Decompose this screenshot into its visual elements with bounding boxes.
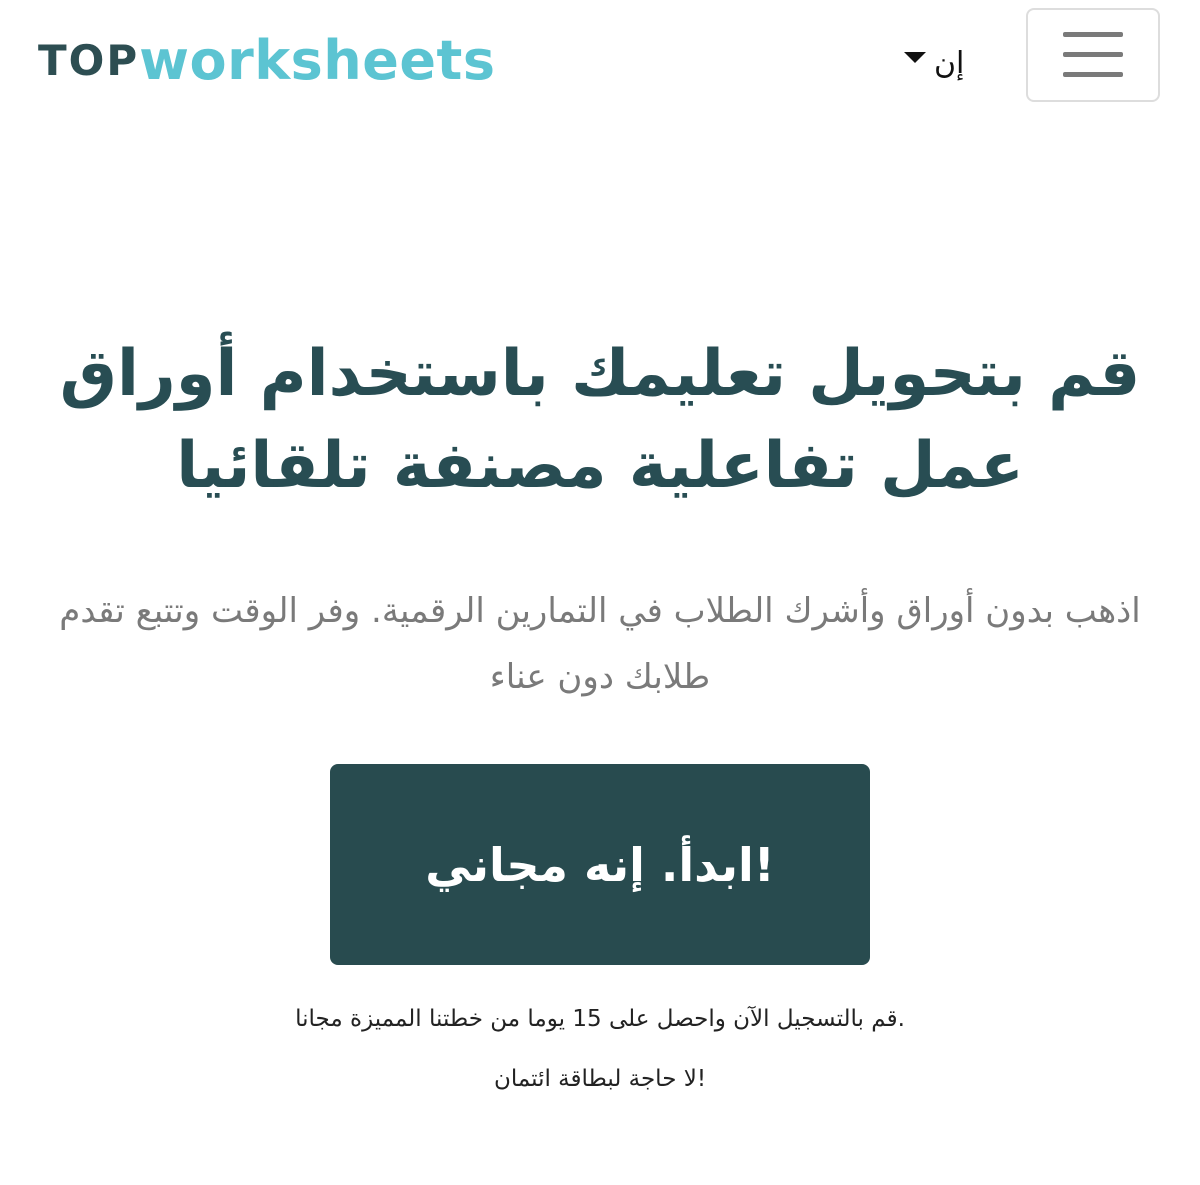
hero-title: قم بتحويل تعليمك باستخدام أوراق عمل تفاع… [59,337,1141,503]
logo-top-text: TOP [38,35,140,85]
language-dropdown[interactable]: إن [904,38,994,88]
caret-down-icon [904,51,926,63]
menu-toggle-button[interactable] [1026,8,1160,102]
site-header: TOP worksheets إن [0,0,1200,120]
start-free-button[interactable]: !ابدأ. إنه مجاني [330,764,870,965]
no-credit-card-note: !لا حاجة لبطاقة ائتمان [493,1066,707,1092]
signup-trial-note: .قم بالتسجيل الآن واحصل على 15 يوما من خ… [295,1006,905,1032]
logo-worksheets-text: worksheets [139,28,496,92]
site-logo[interactable]: TOP worksheets [38,22,495,98]
start-free-button-label: !ابدأ. إنه مجاني [425,837,775,892]
hamburger-icon [1063,32,1123,78]
language-label: إن [934,45,965,81]
hero-subtitle: اذهب بدون أوراق وأشرك الطلاب في التمارين… [59,591,1141,697]
